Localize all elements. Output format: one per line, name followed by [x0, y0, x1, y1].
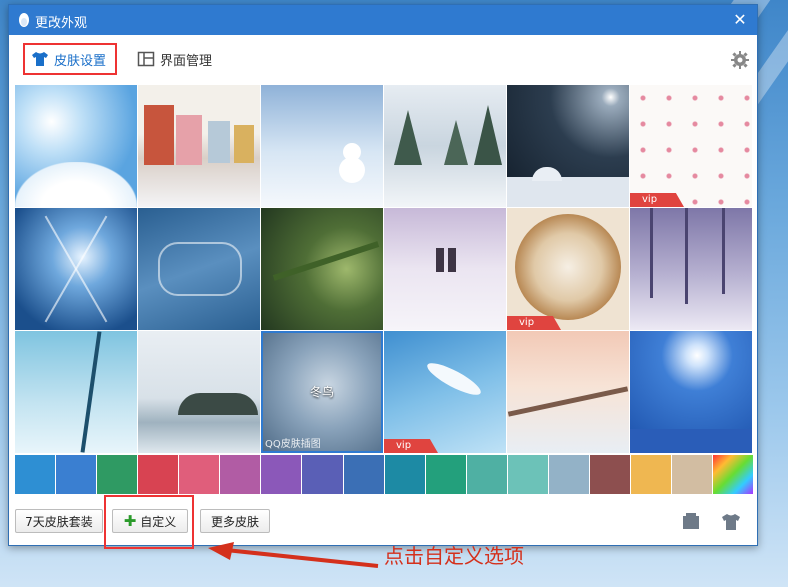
tab-label: 皮肤设置 — [54, 53, 107, 69]
skin-tile-winter-bird[interactable]: 冬鸟 QQ皮肤插图 — [261, 331, 383, 453]
skin-tile-ice-crystal[interactable] — [15, 208, 137, 330]
skin-tile-snowy-street[interactable] — [138, 85, 260, 207]
skin-tile-night-umbrella[interactable] — [507, 85, 629, 207]
color-swatch[interactable] — [548, 455, 589, 494]
skin-tile-merry-christmas[interactable] — [138, 208, 260, 330]
color-swatch[interactable] — [589, 455, 630, 494]
skin-tile-moon-reindeer[interactable] — [630, 331, 752, 453]
tile-watermark: QQ皮肤插图 — [265, 439, 321, 450]
skin-tile-sky-clouds[interactable] — [15, 85, 137, 207]
color-swatch[interactable] — [425, 455, 466, 494]
skin-tile-couple-walk[interactable] — [384, 208, 506, 330]
color-swatch[interactable] — [179, 455, 220, 494]
skin-tile-blue-branch[interactable] — [15, 331, 137, 453]
color-swatches — [15, 455, 754, 494]
title-bar: 更改外观 ✕ — [9, 5, 757, 35]
custom-label: 自定义 — [140, 514, 177, 529]
vip-badge: vip — [507, 316, 561, 330]
wardrobe-tshirt-icon[interactable] — [721, 513, 741, 531]
vip-badge: vip — [630, 193, 684, 207]
color-swatch[interactable] — [302, 455, 343, 494]
color-swatch[interactable] — [56, 455, 97, 494]
plus-icon: ✚ — [123, 512, 137, 530]
skin-tile-purple-trees[interactable] — [630, 208, 752, 330]
vip-badge: vip — [384, 439, 438, 453]
color-swatch[interactable] — [466, 455, 507, 494]
color-swatch[interactable] — [97, 455, 138, 494]
color-swatch[interactable] — [138, 455, 179, 494]
color-swatch[interactable] — [220, 455, 261, 494]
skin-tile-snowman[interactable] — [261, 85, 383, 207]
more-skins-button[interactable]: 更多皮肤 — [200, 509, 270, 533]
skin-tile-snow-forest[interactable] — [384, 85, 506, 207]
tab-interface-management[interactable]: 界面管理 — [135, 43, 237, 75]
window-title: 更改外观 — [35, 16, 88, 31]
tab-skin-settings[interactable]: 皮肤设置 — [23, 43, 117, 75]
skin-tile-pine-branch[interactable] — [261, 208, 383, 330]
skin-tile-latte-art[interactable]: vip — [507, 208, 629, 330]
skin-box-icon[interactable] — [681, 513, 701, 531]
color-swatch-rainbow[interactable] — [713, 455, 754, 494]
layout-icon — [137, 51, 155, 67]
color-swatch[interactable] — [630, 455, 671, 494]
close-button[interactable]: ✕ — [729, 9, 751, 31]
color-swatch[interactable] — [343, 455, 384, 494]
color-swatch[interactable] — [507, 455, 548, 494]
custom-skin-button[interactable]: ✚ 自定义 — [112, 509, 188, 533]
tile-caption: 冬鸟 — [309, 385, 334, 399]
color-swatch[interactable] — [15, 455, 56, 494]
change-appearance-window: 更改外观 ✕ 皮肤设置 界面管理 vip vip 冬鸟 QQ皮肤插图 vip 7… — [8, 4, 758, 549]
tshirt-icon — [32, 52, 48, 66]
color-swatch[interactable] — [261, 455, 302, 494]
qq-penguin-icon — [19, 13, 29, 27]
color-swatch[interactable] — [384, 455, 425, 494]
seven-day-skin-pack-button[interactable]: 7天皮肤套装 — [15, 509, 103, 533]
annotation-arrow — [208, 542, 379, 568]
tab-bar: 皮肤设置 界面管理 — [9, 35, 757, 85]
skin-tile-snow-bridge[interactable] — [507, 331, 629, 453]
skin-gallery: vip vip 冬鸟 QQ皮肤插图 vip — [15, 85, 753, 454]
bottom-toolbar: 7天皮肤套装 ✚ 自定义 更多皮肤 — [9, 495, 757, 549]
skin-tile-snowflake-pattern[interactable]: vip — [630, 85, 752, 207]
skin-tile-winter-birds[interactable] — [138, 331, 260, 453]
skin-tile-feather[interactable]: vip — [384, 331, 506, 453]
color-swatch[interactable] — [672, 455, 713, 494]
annotation-text: 点击自定义选项 — [384, 544, 524, 568]
tab-label: 界面管理 — [160, 53, 213, 69]
gear-icon[interactable] — [731, 51, 749, 69]
